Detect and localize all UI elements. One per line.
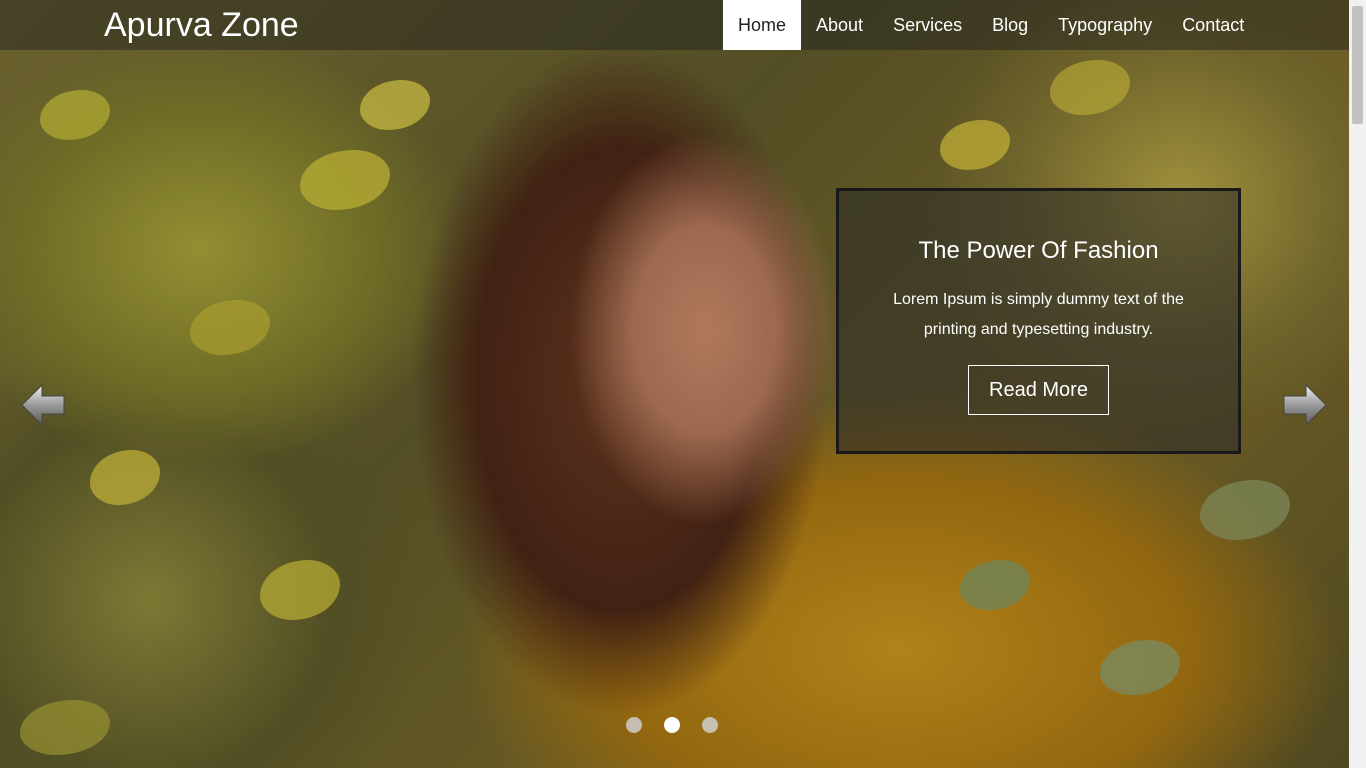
nav-item-contact[interactable]: Contact (1167, 0, 1259, 50)
nav-item-services[interactable]: Services (878, 0, 977, 50)
main-nav: Home About Services Blog Typography Cont… (723, 0, 1259, 50)
slide-indicators (626, 717, 718, 733)
slide-description: Lorem Ipsum is simply dummy text of the … (893, 291, 1184, 338)
nav-item-home[interactable]: Home (723, 0, 802, 50)
page-scrollbar[interactable] (1349, 0, 1366, 768)
slide-caption: The Power Of Fashion Lorem Ipsum is simp… (836, 188, 1241, 454)
scrollbar-thumb[interactable] (1352, 6, 1363, 124)
top-navbar: Apurva Zone Home About Services Blog Typ… (0, 0, 1349, 50)
nav-item-blog[interactable]: Blog (977, 0, 1043, 50)
arrow-right-icon (1283, 383, 1327, 427)
read-more-button[interactable]: Read More (968, 365, 1109, 415)
arrow-left-icon (21, 383, 65, 427)
slide-dot-1[interactable] (626, 717, 642, 733)
slide-dot-3[interactable] (702, 717, 718, 733)
site-logo[interactable]: Apurva Zone (104, 5, 299, 45)
next-slide-button[interactable] (1282, 382, 1328, 428)
nav-item-typography[interactable]: Typography (1043, 0, 1167, 50)
page: Apurva Zone Home About Services Blog Typ… (0, 0, 1366, 768)
slide-dot-2[interactable] (664, 717, 680, 733)
slide-title: The Power Of Fashion (918, 237, 1159, 264)
prev-slide-button[interactable] (20, 382, 66, 428)
nav-item-about[interactable]: About (801, 0, 878, 50)
